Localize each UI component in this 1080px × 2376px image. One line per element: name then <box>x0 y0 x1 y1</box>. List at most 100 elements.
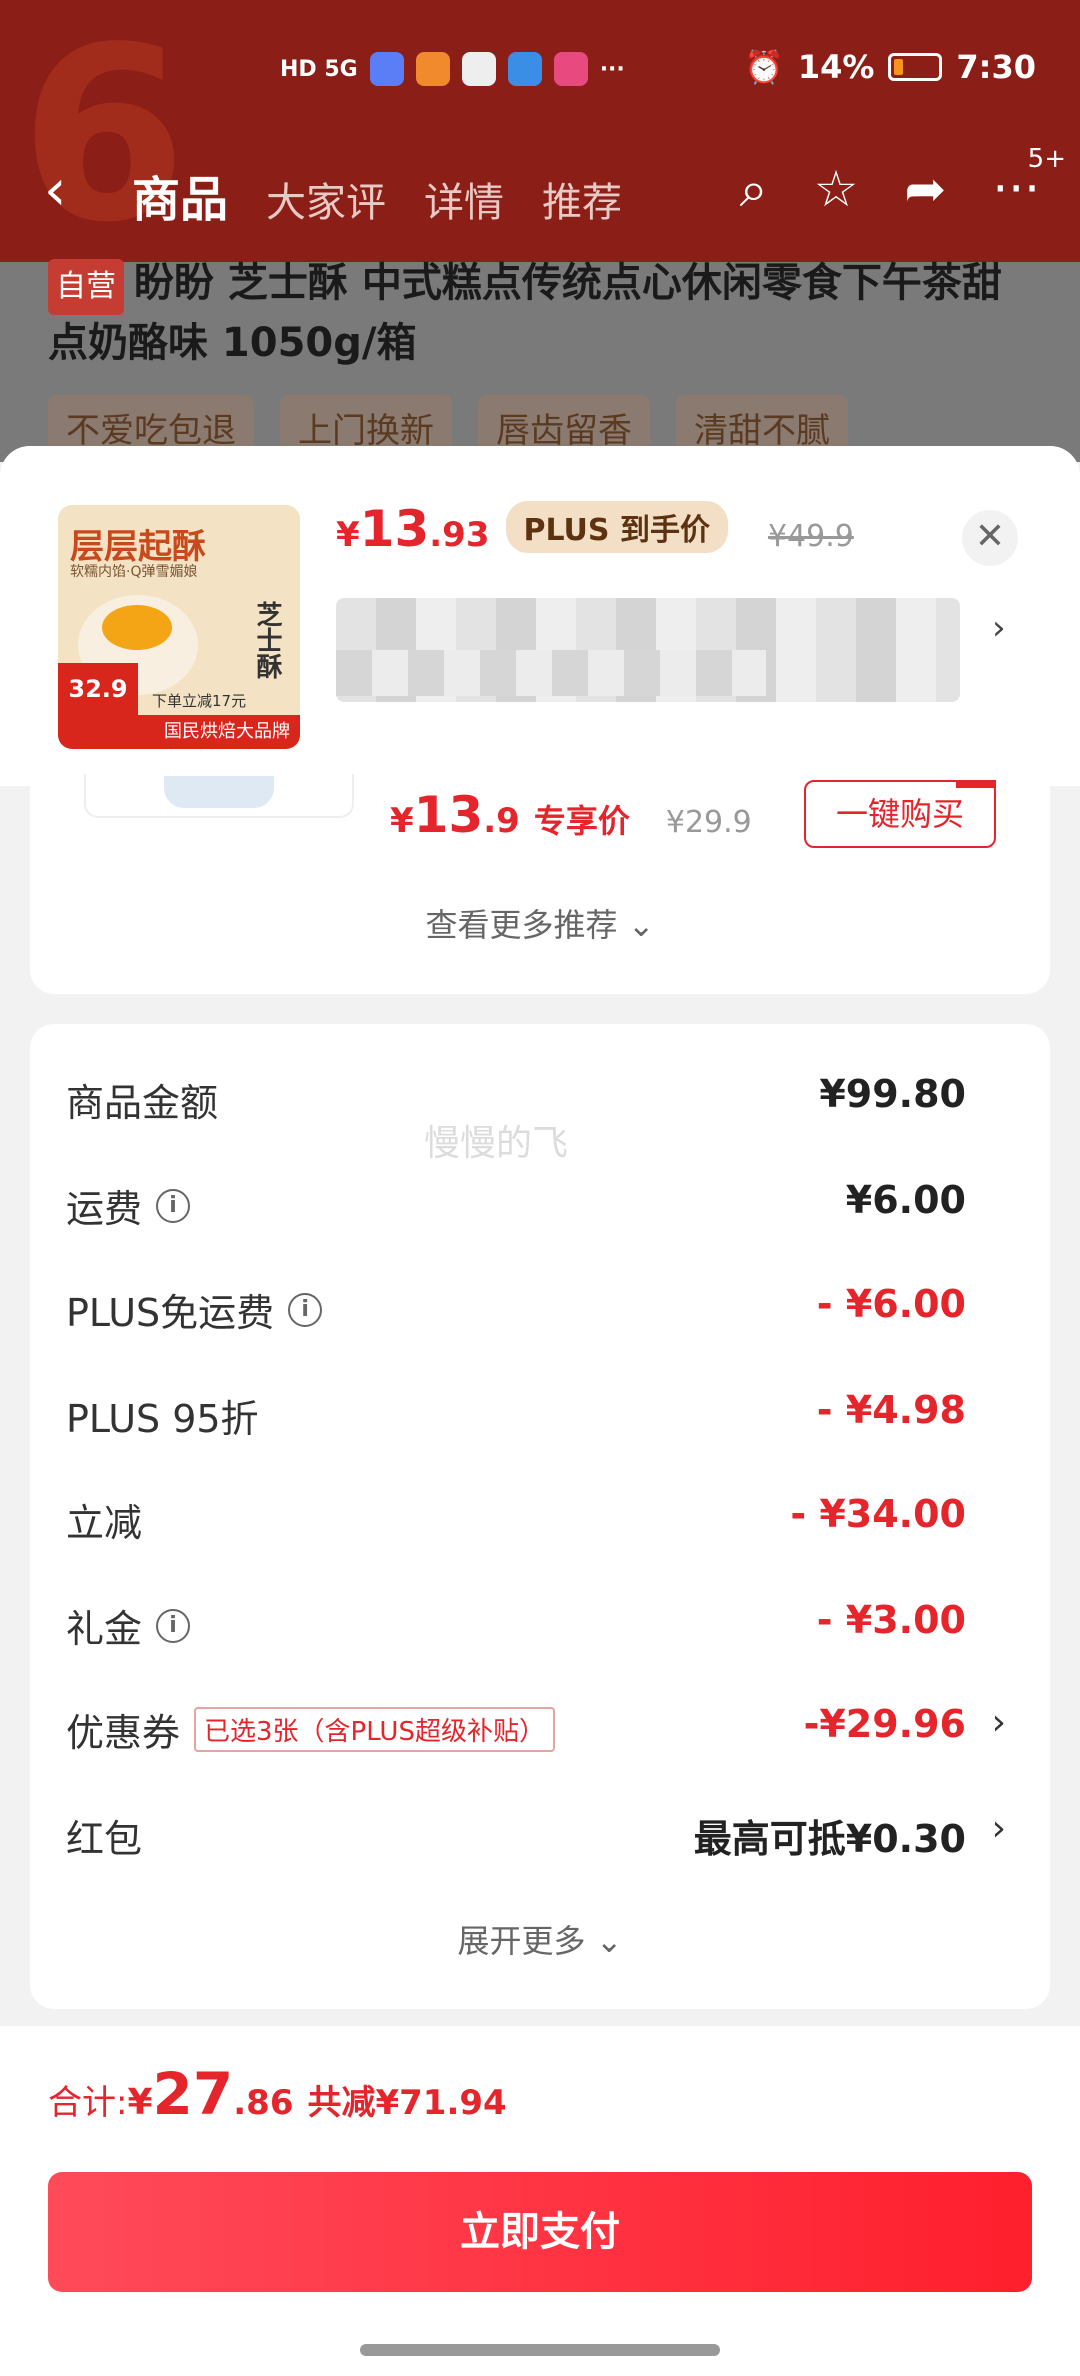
product-thumbnail[interactable]: 层层起酥 软糯内馅·Q弹雪媚娘 芝士酥 32.9 下单立减17元 国民烘焙大品牌 <box>58 505 300 749</box>
coupon-label: 优惠券 已选3张（含PLUS超级补贴） <box>66 1702 555 1757</box>
tab-reviews[interactable]: 大家评 <box>266 170 386 228</box>
video-app-icon <box>415 52 450 86</box>
bottle-image <box>164 776 274 808</box>
thumb-promo: 下单立减17元 <box>152 692 247 710</box>
tab-details[interactable]: 详情 <box>424 170 504 228</box>
recommend-price: ¥ 13 .9 专享价 ¥29.9 <box>390 786 752 844</box>
status-right: ⏰ 14% 7:30 <box>744 48 1036 86</box>
calendar-icon <box>461 52 496 86</box>
home-indicator[interactable] <box>360 2344 720 2356</box>
redpacket-row[interactable]: 红包 最高可抵¥0.30 › <box>66 1808 1006 1868</box>
see-more-recommend-link[interactable]: 查看更多推荐 ⌄ <box>0 900 1080 946</box>
fee-label-text: PLUS 95折 <box>66 1397 259 1441</box>
fee-label: 运费 i <box>66 1178 191 1233</box>
fee-value: ¥6.00 <box>845 1178 966 1222</box>
fee-label: 立减 <box>66 1492 142 1547</box>
coupon-selected-badge: 已选3张（含PLUS超级补贴） <box>194 1707 555 1752</box>
total-label: 合计: <box>48 2083 128 2123</box>
total-saved: 共减¥71.94 <box>307 2083 507 2123</box>
more-notifications-icon: ··· <box>599 56 625 82</box>
clock: 7:30 <box>956 48 1036 86</box>
self-operated-badge: 自营 <box>48 259 124 315</box>
battery-icon <box>888 53 943 81</box>
total-integer: 27 <box>152 2060 234 2128</box>
fee-value: - ¥3.00 <box>816 1598 966 1642</box>
fee-label: 商品金额 <box>66 1072 218 1127</box>
recommend-original-price: ¥29.9 <box>665 805 752 840</box>
fee-label-text: 运费 <box>66 1187 143 1231</box>
chevron-down-icon: ⌄ <box>627 906 655 944</box>
network-indicator: HD 5G <box>280 56 358 82</box>
fee-row-goods-amount: 商品金额 ¥99.80 <box>66 1072 1006 1132</box>
fee-value: - ¥34.00 <box>790 1492 966 1536</box>
original-price: ¥49.9 <box>767 519 854 554</box>
search-icon[interactable]: ⌕ <box>740 160 768 219</box>
pay-now-button[interactable]: 立即支付 <box>48 2172 1032 2292</box>
currency-symbol: ¥ <box>390 801 414 841</box>
product-title: 自营 盼盼 芝士酥 中式糕点传统点心休闲零食下午茶甜点奶酪味 1050g/箱 <box>48 255 1038 371</box>
fee-label: 礼金 i <box>66 1598 191 1653</box>
fee-label: PLUS免运费 i <box>66 1282 323 1337</box>
price-integer: 13 <box>359 500 430 558</box>
info-icon[interactable]: i <box>288 1292 323 1327</box>
fee-row-shipping: 运费 i ¥6.00 <box>66 1178 1006 1238</box>
info-icon[interactable]: i <box>156 1608 191 1643</box>
fee-row-instant-discount: 立减 - ¥34.00 <box>66 1492 1006 1552</box>
thumb-footer: 国民烘焙大品牌 <box>58 715 300 749</box>
battery-percent: 14% <box>797 48 875 86</box>
price-decimal: .9 <box>483 801 520 841</box>
thumb-subline: 软糯内馅·Q弹雪媚娘 <box>70 564 198 580</box>
see-more-label: 查看更多推荐 <box>425 906 618 944</box>
total-decimal: .86 <box>233 2083 294 2123</box>
fee-label-text: 礼金 <box>66 1607 143 1651</box>
player-icon <box>553 52 588 86</box>
fee-row-plus-discount: PLUS 95折 - ¥4.98 <box>66 1388 1006 1448</box>
nav-actions: ⌕ ☆ ➦ ··· <box>740 160 1040 219</box>
chevron-right-icon[interactable]: › <box>992 608 1006 648</box>
status-left: HD 5G ··· <box>280 52 625 86</box>
fee-row-plus-free-shipping: PLUS免运费 i - ¥6.00 <box>66 1282 1006 1342</box>
fee-value: - ¥4.98 <box>816 1388 966 1432</box>
alarm-icon: ⏰ <box>743 48 784 86</box>
app-notification-icon <box>369 52 404 86</box>
total-amount: 合计: ¥ 27 .86 共减¥71.94 <box>48 2060 507 2128</box>
fee-label: PLUS 95折 <box>66 1388 259 1443</box>
chevron-right-icon: › <box>991 1702 1006 1743</box>
expand-more-link[interactable]: 展开更多 ⌄ <box>0 1916 1080 1962</box>
share-icon[interactable]: ➦ <box>904 160 946 219</box>
plus-price-badge: PLUS 到手价 <box>505 501 728 553</box>
back-arrow-icon[interactable]: ‹ <box>44 158 66 223</box>
redpacket-value: 最高可抵¥0.30 <box>693 1817 966 1861</box>
info-icon[interactable]: i <box>156 1188 191 1223</box>
thumb-price: 32.9 <box>58 663 138 715</box>
sku-price: ¥ 13 .93 PLUS 到手价 ¥49.9 <box>336 500 854 559</box>
currency-symbol: ¥ <box>127 2082 153 2123</box>
redpacket-label-text: 红包 <box>66 1817 143 1861</box>
status-bar: HD 5G ··· ⏰ 14% 7:30 <box>0 40 1080 110</box>
one-click-buy-button[interactable]: 一键购买 <box>804 780 996 848</box>
message-badge: 5+ <box>1027 144 1066 174</box>
close-icon[interactable]: ✕ <box>962 510 1018 566</box>
star-icon[interactable]: ☆ <box>814 160 859 219</box>
chevron-right-icon: › <box>991 1808 1006 1849</box>
fee-value: - ¥6.00 <box>816 1282 966 1326</box>
coupon-label-text: 优惠券 <box>66 1711 181 1755</box>
fee-label-text: 商品金额 <box>66 1081 219 1125</box>
cloud-icon <box>507 52 542 86</box>
fee-label-text: 立减 <box>66 1501 143 1545</box>
tab-bar: 商品 大家评 详情 推荐 <box>132 160 622 230</box>
coupon-value: -¥29.96 <box>803 1702 966 1746</box>
tab-product[interactable]: 商品 <box>132 160 228 230</box>
blurred-sku-description-line2 <box>336 650 766 696</box>
nav-row: ‹ 商品 大家评 详情 推荐 ⌕ ☆ ➦ ··· 5+ <box>0 144 1080 230</box>
exclusive-price-tag: 专享价 <box>533 802 630 840</box>
tab-recommend[interactable]: 推荐 <box>542 170 622 228</box>
price-integer: 13 <box>413 786 484 844</box>
price-decimal: .93 <box>429 515 490 555</box>
coupon-row[interactable]: 优惠券 已选3张（含PLUS超级补贴） -¥29.96 › <box>66 1702 1006 1762</box>
redpacket-label: 红包 <box>66 1808 142 1863</box>
fee-label-text: PLUS免运费 <box>66 1291 275 1335</box>
currency-symbol: ¥ <box>336 515 360 555</box>
product-title-text: 盼盼 芝士酥 中式糕点传统点心休闲零食下午茶甜点奶酪味 1050g/箱 <box>48 260 1002 366</box>
thumb-side-text: 芝士酥 <box>252 601 282 679</box>
